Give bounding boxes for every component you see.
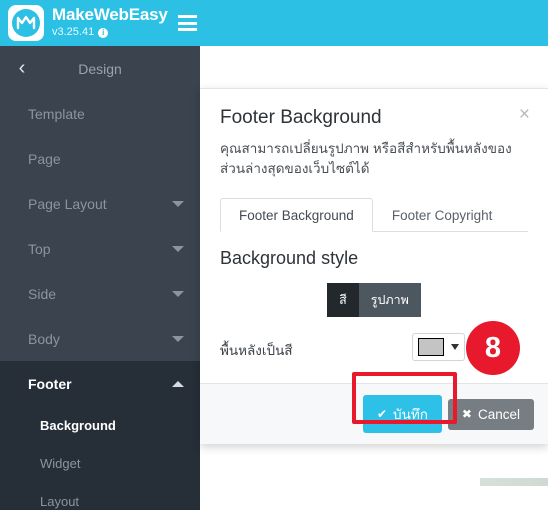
background-color-label: พื้นหลังเป็นสี [220, 343, 293, 358]
sidebar-header: ‹ Design [0, 46, 200, 91]
sidebar-subitem-label: Layout [40, 493, 80, 509]
tab-label: Footer Copyright [391, 208, 493, 223]
sidebar-item-page[interactable]: Page [0, 136, 200, 181]
tab-footer-copyright[interactable]: Footer Copyright [373, 198, 512, 232]
back-button[interactable]: ‹ [12, 57, 32, 79]
x-icon: ✖ [461, 407, 472, 421]
sidebar-subitem-layout[interactable]: Layout [0, 482, 200, 510]
check-icon: ✔ [376, 407, 388, 421]
sidebar-subitem-widget[interactable]: Widget [0, 444, 200, 482]
style-toggle-image[interactable]: รูปภาพ [358, 283, 421, 317]
sidebar-item-label: Side [28, 285, 57, 302]
sidebar-item-side[interactable]: Side [0, 271, 200, 316]
app-root: MakeWebEasy v3.25.41 i ‹ Design Template… [0, 0, 548, 510]
background-style-button-group: สี รูปภาพ [327, 283, 421, 317]
sidebar-item-label: Page [28, 150, 61, 167]
tab-label: Footer Background [239, 208, 354, 223]
hamburger-bar-2 [178, 21, 197, 25]
brand-version: v3.25.41 i [52, 26, 109, 39]
modal-body: Footer Background Footer Copyright Backg… [200, 179, 548, 375]
sidebar-item-label: Top [28, 240, 51, 257]
sidebar-item-page-layout[interactable]: Page Layout [0, 181, 200, 226]
section-title-background-style: Background style [220, 248, 359, 268]
modal-tabs: Footer Background Footer Copyright [220, 197, 528, 232]
hamburger-bar-1 [178, 15, 197, 18]
step-badge-8: 8 [466, 321, 520, 375]
color-swatch [418, 338, 444, 356]
sidebar-subnav-footer: Background Widget Layout [0, 406, 200, 510]
chevron-down-icon [172, 335, 184, 342]
hamburger-bar-3 [178, 28, 197, 31]
close-icon[interactable]: × [519, 105, 530, 125]
chevron-up-icon [172, 380, 184, 387]
modal-title: Footer Background [220, 107, 382, 128]
chevron-down-icon [172, 245, 184, 252]
sidebar-item-template[interactable]: Template [0, 91, 200, 136]
brand-name: MakeWebEasy [52, 5, 168, 24]
makewebeasy-logo-icon [8, 5, 44, 41]
sidebar-item-label: Template [28, 105, 85, 122]
sidebar-item-body[interactable]: Body [0, 316, 200, 361]
chevron-down-icon [172, 200, 184, 207]
sidebar-subitem-label: Widget [40, 455, 81, 471]
sidebar-item-label: Body [28, 330, 60, 347]
modal-description: คุณสามารถเปลี่ยนรูปภาพ หรือสีสำหรับพื้นห… [220, 141, 512, 176]
color-picker-dropdown[interactable] [412, 333, 465, 361]
sidebar-item-footer[interactable]: Footer [0, 361, 200, 406]
sidebar-item-label: Page Layout [28, 195, 107, 212]
sidebar-subitem-label: Background [40, 417, 116, 433]
sidebar-item-label: Footer [28, 375, 72, 392]
background-style-toggle-row: สี รูปภาพ [220, 283, 528, 317]
sidebar-item-top[interactable]: Top [0, 226, 200, 271]
background-color-field-row: พื้นหลังเป็นสี 8 [220, 321, 528, 375]
hamburger-menu-icon[interactable] [178, 15, 197, 31]
cancel-button[interactable]: ✖ Cancel [447, 398, 534, 430]
sidebar-title: Design [78, 60, 122, 77]
page-preview-strip [480, 478, 548, 486]
sidebar-subitem-background[interactable]: Background [0, 406, 200, 444]
sidebar: ‹ Design Template Page Page Layout Top S… [0, 46, 200, 510]
tab-footer-background[interactable]: Footer Background [220, 198, 373, 232]
chevron-down-icon [451, 344, 459, 350]
modal-header: Footer Background × [200, 89, 548, 131]
save-button[interactable]: ✔ บันทึก [362, 395, 442, 433]
version-text: v3.25.41 [52, 26, 95, 38]
info-icon[interactable]: i [98, 27, 109, 38]
top-bar: MakeWebEasy v3.25.41 i [0, 0, 548, 46]
cancel-button-label: Cancel [477, 406, 520, 422]
footer-background-modal: Footer Background × คุณสามารถเปลี่ยนรูปภ… [200, 88, 548, 444]
style-toggle-color[interactable]: สี [327, 283, 359, 317]
chevron-down-icon [172, 290, 184, 297]
modal-footer: ✔ บันทึก ✖ Cancel [200, 372, 548, 444]
save-button-label: บันทึก [393, 407, 428, 422]
